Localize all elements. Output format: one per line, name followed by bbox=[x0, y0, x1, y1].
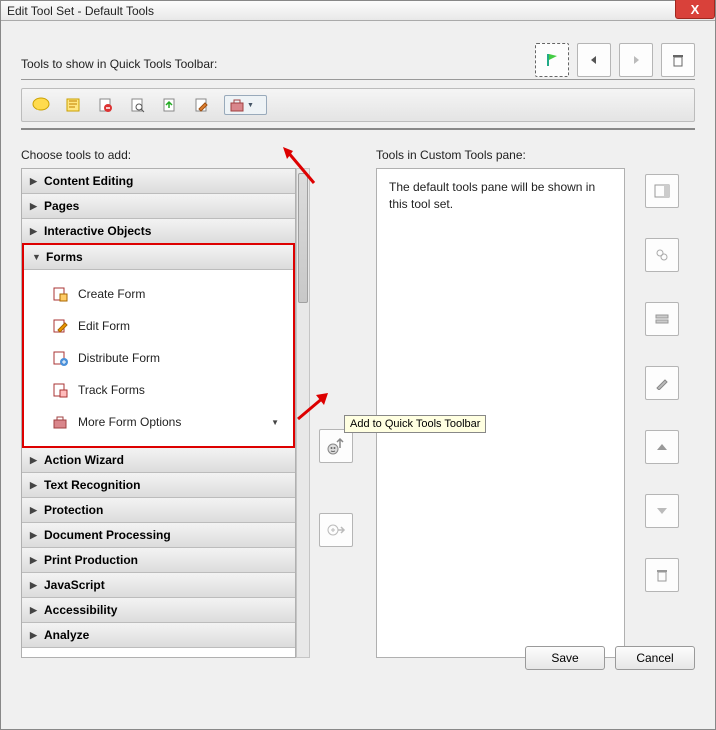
edit-form-icon bbox=[52, 318, 68, 334]
highlight-icon[interactable] bbox=[64, 96, 82, 114]
trash-icon bbox=[655, 568, 669, 582]
add-to-custom-pane-button[interactable] bbox=[319, 513, 353, 547]
chevron-right-icon: ▶ bbox=[30, 176, 38, 187]
delete-button[interactable] bbox=[661, 43, 695, 77]
scrollbar-thumb[interactable] bbox=[298, 173, 308, 303]
prev-icon bbox=[588, 54, 600, 66]
prev-button[interactable] bbox=[577, 43, 611, 77]
tool-more-form-options[interactable]: More Form Options ▼ bbox=[24, 406, 293, 438]
section-analyze[interactable]: ▶Analyze bbox=[22, 623, 295, 648]
down-icon bbox=[656, 506, 668, 516]
next-button[interactable] bbox=[619, 43, 653, 77]
section-accessibility[interactable]: ▶Accessibility bbox=[22, 598, 295, 623]
chevron-down-icon: ▼ bbox=[32, 252, 40, 262]
chevron-right-icon: ▶ bbox=[30, 505, 38, 516]
move-up-button[interactable] bbox=[645, 430, 679, 464]
titlebar: Edit Tool Set - Default Tools X bbox=[1, 1, 715, 21]
chevron-right-icon: ▶ bbox=[30, 530, 38, 541]
distribute-form-icon bbox=[52, 350, 68, 366]
cancel-button[interactable]: Cancel bbox=[615, 646, 695, 670]
section-pages[interactable]: ▶Pages bbox=[22, 194, 295, 219]
close-button[interactable]: X bbox=[675, 0, 715, 19]
quick-tools-toolbar: ▼ bbox=[21, 88, 695, 122]
section-document-processing[interactable]: ▶Document Processing bbox=[22, 523, 295, 548]
move-down-button[interactable] bbox=[645, 494, 679, 528]
chevron-right-icon: ▶ bbox=[30, 480, 38, 491]
custom-pane-text: The default tools pane will be shown in … bbox=[389, 180, 595, 211]
section-action-wizard[interactable]: ▶Action Wizard bbox=[22, 448, 295, 473]
custom-tools-pane: The default tools pane will be shown in … bbox=[376, 168, 625, 658]
save-button[interactable]: Save bbox=[525, 646, 605, 670]
section-print-production[interactable]: ▶Print Production bbox=[22, 548, 295, 573]
up-icon bbox=[656, 442, 668, 452]
chevron-right-icon: ▶ bbox=[30, 226, 38, 237]
chevron-down-icon: ▼ bbox=[271, 418, 279, 427]
section-interactive-objects[interactable]: ▶Interactive Objects bbox=[22, 219, 295, 244]
trash-icon bbox=[671, 53, 685, 67]
toolbox-dropdown[interactable]: ▼ bbox=[224, 95, 267, 115]
edit-pdf-icon[interactable] bbox=[192, 96, 210, 114]
pencil-icon bbox=[655, 376, 669, 390]
chevron-down-icon: ▼ bbox=[247, 102, 254, 109]
tool-distribute-form[interactable]: Distribute Form bbox=[24, 342, 293, 374]
flag-icon bbox=[544, 52, 560, 68]
track-forms-icon bbox=[52, 382, 68, 398]
section-content-editing[interactable]: ▶Content Editing bbox=[22, 169, 295, 194]
tooltip: Add to Quick Tools Toolbar bbox=[344, 415, 486, 433]
chevron-right-icon: ▶ bbox=[30, 580, 38, 591]
window-title: Edit Tool Set - Default Tools bbox=[7, 4, 154, 18]
tools-tree[interactable]: ▶Content Editing ▶Pages ▶Interactive Obj… bbox=[21, 168, 296, 658]
panel-button[interactable] bbox=[645, 174, 679, 208]
dialog-edit-tool-set: Edit Tool Set - Default Tools X Tools to… bbox=[0, 0, 716, 730]
find-page-icon[interactable] bbox=[128, 96, 146, 114]
tool-edit-form[interactable]: Edit Form bbox=[24, 310, 293, 342]
chevron-right-icon: ▶ bbox=[30, 455, 38, 466]
tool-create-form[interactable]: Create Form bbox=[24, 278, 293, 310]
section-text-recognition[interactable]: ▶Text Recognition bbox=[22, 473, 295, 498]
chevron-right-icon: ▶ bbox=[30, 555, 38, 566]
remove-button[interactable] bbox=[645, 558, 679, 592]
edit-button[interactable] bbox=[645, 366, 679, 400]
chevron-right-icon: ▶ bbox=[30, 605, 38, 616]
comment-icon[interactable] bbox=[32, 96, 50, 114]
chevron-right-icon: ▶ bbox=[30, 630, 38, 641]
export-icon[interactable] bbox=[160, 96, 178, 114]
next-icon bbox=[630, 54, 642, 66]
toolbox-icon bbox=[52, 414, 68, 430]
tool-track-forms[interactable]: Track Forms bbox=[24, 374, 293, 406]
create-form-icon bbox=[52, 286, 68, 302]
link-icon bbox=[654, 247, 670, 263]
divider-button[interactable] bbox=[645, 302, 679, 336]
section-protection[interactable]: ▶Protection bbox=[22, 498, 295, 523]
delete-page-icon[interactable] bbox=[96, 96, 114, 114]
toolbox-icon bbox=[229, 98, 245, 112]
panel-icon bbox=[654, 184, 670, 198]
link-button[interactable] bbox=[645, 238, 679, 272]
chevron-right-icon: ▶ bbox=[30, 201, 38, 212]
choose-tools-label: Choose tools to add: bbox=[21, 148, 296, 162]
flag-button[interactable] bbox=[535, 43, 569, 77]
add-up-icon bbox=[326, 436, 346, 456]
divider-icon bbox=[654, 312, 670, 326]
add-right-icon bbox=[326, 520, 346, 540]
custom-pane-label: Tools in Custom Tools pane: bbox=[376, 148, 625, 162]
section-forms[interactable]: ▼Forms bbox=[24, 245, 293, 270]
scrollbar[interactable] bbox=[296, 168, 310, 658]
quick-tools-label: Tools to show in Quick Tools Toolbar: bbox=[21, 57, 217, 71]
section-javascript[interactable]: ▶JavaScript bbox=[22, 573, 295, 598]
add-to-quick-tools-button[interactable] bbox=[319, 429, 353, 463]
